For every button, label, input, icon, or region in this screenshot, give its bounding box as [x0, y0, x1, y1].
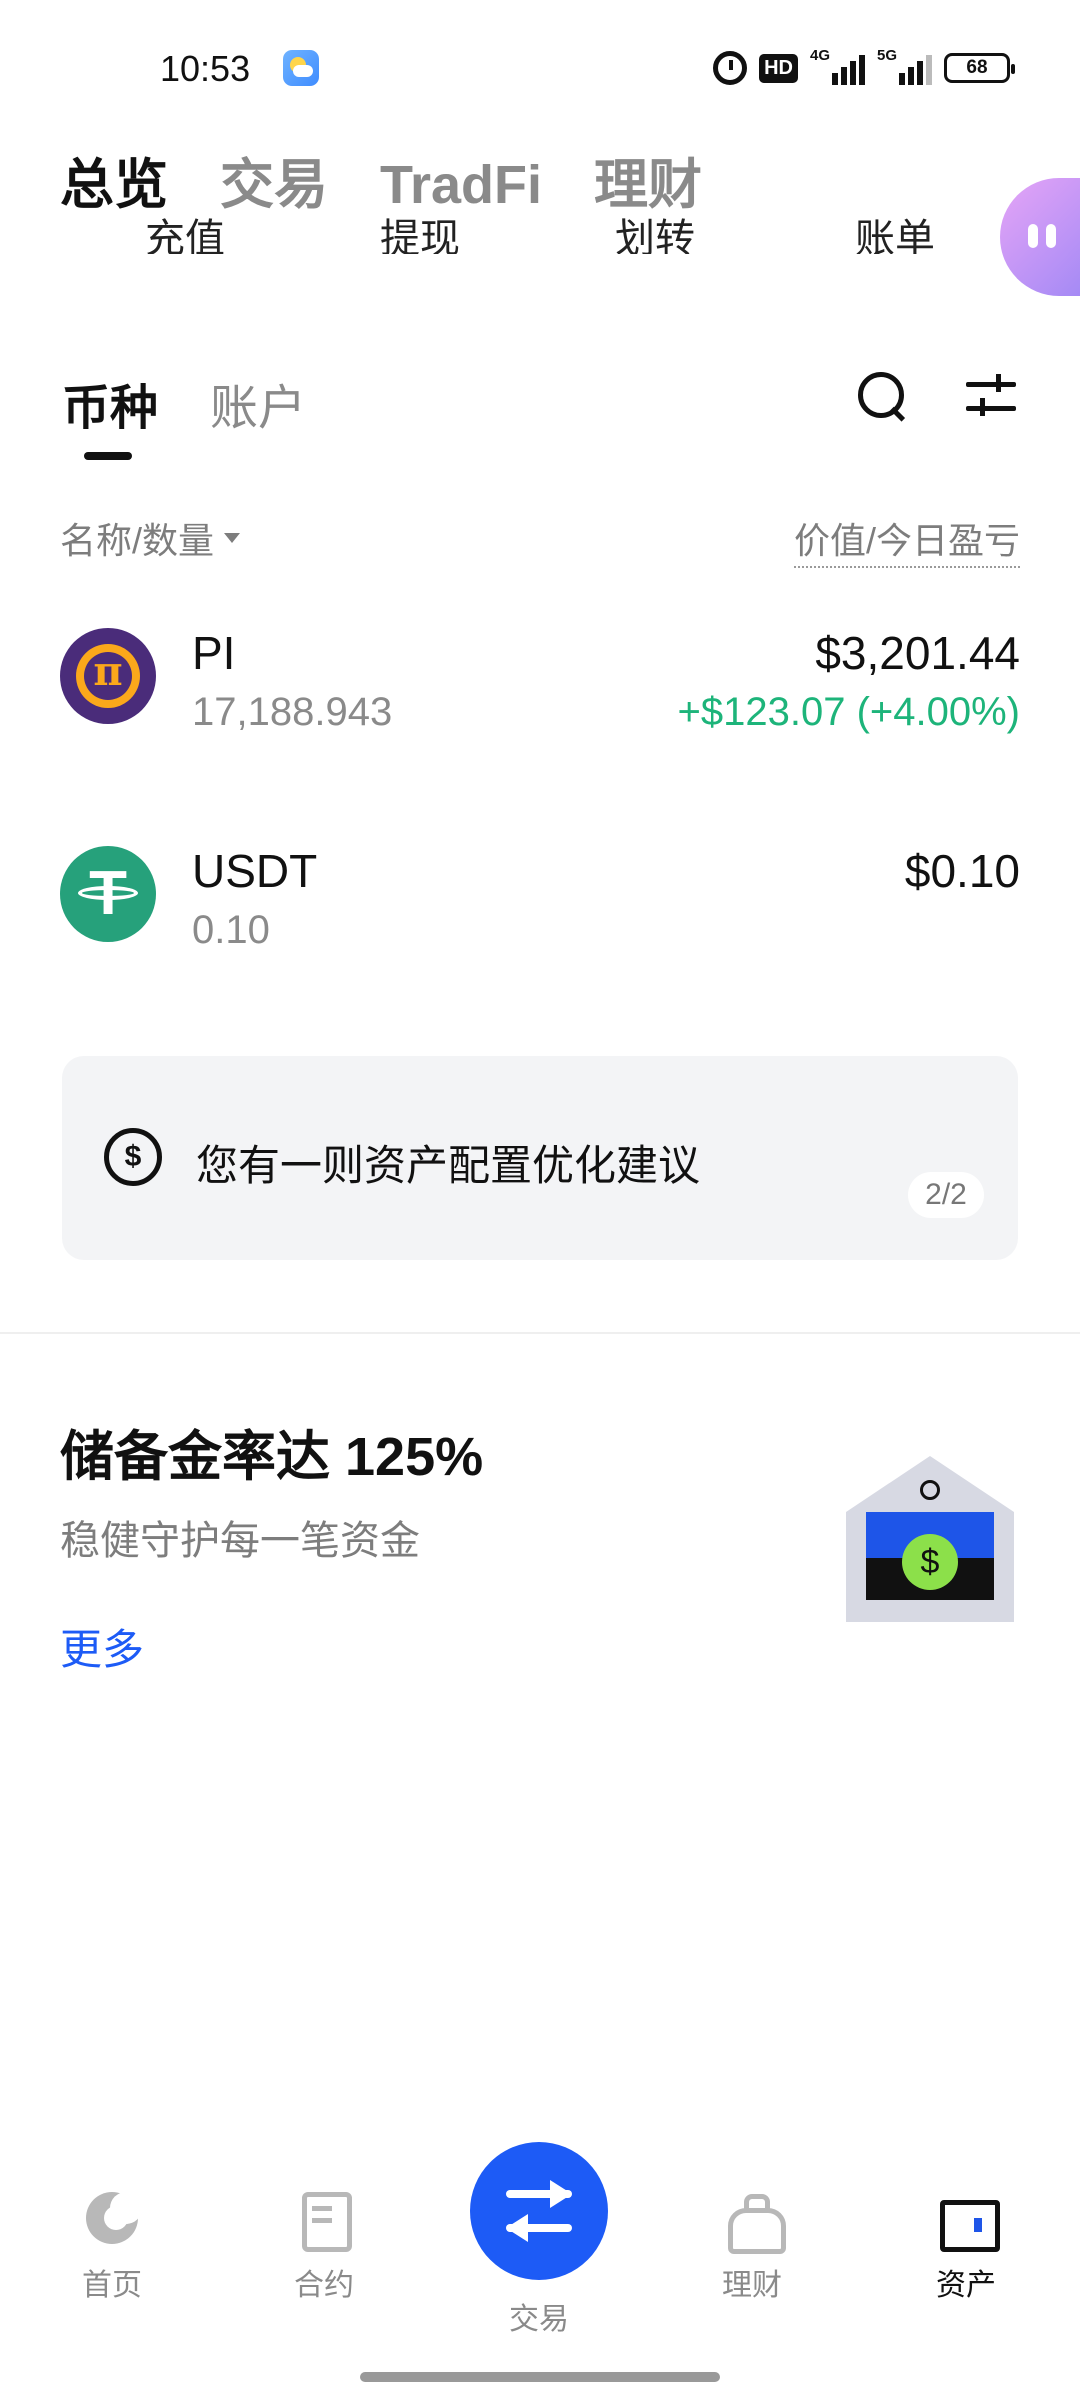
reserve-subtitle: 稳健守护每一笔资金	[60, 1519, 420, 1563]
signal-5g-icon: 5G	[877, 47, 932, 85]
tab-coins[interactable]: 币种	[62, 368, 158, 438]
tab-trade[interactable]: 交易	[220, 140, 328, 219]
weather-icon	[283, 50, 319, 86]
tab-overview[interactable]: 总览	[60, 140, 168, 219]
tab-earn[interactable]: 理财	[594, 140, 702, 219]
coin-value: $3,201.44	[815, 627, 1020, 679]
tab-tradfi[interactable]: TradFi	[380, 154, 542, 216]
nav-label: 合约	[294, 2269, 354, 2302]
caret-down-icon	[224, 533, 241, 543]
quick-actions: 充值 提现 划转 账单	[0, 218, 1080, 254]
coin-symbol: USDT	[192, 845, 318, 897]
nav-contract[interactable]: 合约	[254, 2190, 394, 2304]
nav-assets[interactable]: 资产	[896, 2190, 1036, 2304]
coin-row-pi[interactable]: π PI 17,188.943 $3,201.44 +$123.07 (+4.0…	[0, 627, 1080, 768]
nav-label: 首页	[82, 2269, 142, 2302]
earn-icon	[724, 2190, 786, 2254]
home-icon	[84, 2190, 140, 2246]
transfer-button[interactable]: 划转	[615, 218, 695, 254]
alarm-icon	[713, 51, 748, 85]
nav-earn[interactable]: 理财	[682, 2190, 822, 2304]
nav-home[interactable]: 首页	[42, 2190, 182, 2304]
nav-label: 理财	[722, 2269, 782, 2302]
filter-icon[interactable]	[966, 374, 1016, 420]
coin-value: $0.10	[904, 845, 1020, 897]
vault-icon: $	[846, 1456, 1014, 1622]
deposit-button[interactable]: 充值	[145, 218, 225, 254]
status-icons: HD 4G 5G 68	[713, 47, 1015, 88]
bill-button[interactable]: 账单	[855, 218, 935, 254]
wallet-icon	[938, 2190, 1000, 2252]
hd-icon: HD	[759, 53, 798, 83]
nav-label: 资产	[936, 2269, 996, 2302]
signal-4g-icon: 4G	[810, 47, 865, 85]
sort-name-quantity[interactable]: 名称/数量	[60, 512, 241, 564]
divider	[0, 1332, 1080, 1334]
search-icon[interactable]	[858, 372, 906, 420]
coin-quantity: 0.10	[192, 908, 270, 952]
coin-quantity: 17,188.943	[192, 690, 393, 734]
asset-tabs: 币种 账户	[62, 368, 306, 438]
trade-fab-button[interactable]	[470, 2142, 608, 2280]
dollar-icon: $	[104, 1128, 162, 1186]
status-time: 10:53	[160, 48, 251, 89]
suggestion-text: 您有一则资产配置优化建议	[196, 1142, 701, 1189]
tab-accounts[interactable]: 账户	[210, 368, 306, 438]
top-tabs: 总览 交易 TradFi 理财	[60, 140, 702, 219]
suggestion-card[interactable]: $ 您有一则资产配置优化建议 2/2	[62, 1056, 1018, 1260]
coin-symbol: PI	[192, 627, 236, 679]
nav-trade-label[interactable]: 交易	[470, 2294, 608, 2338]
reserve-title: 储备金率达 125%	[60, 1427, 484, 1487]
pi-coin-icon: π	[60, 628, 156, 724]
usdt-coin-icon: T	[60, 846, 156, 942]
battery-icon: 68	[944, 53, 1015, 83]
page-indicator: 2/2	[908, 1172, 984, 1218]
status-bar: 10:53 HD 4G 5G 68	[0, 0, 1080, 130]
column-name-label: 名称/数量	[60, 520, 215, 561]
tab-indicator	[84, 452, 132, 460]
column-value-pnl[interactable]: 价值/今日盈亏	[793, 512, 1020, 568]
coin-pnl: +$123.07 (+4.00%)	[677, 690, 1020, 734]
coin-row-usdt[interactable]: T USDT 0.10 $0.10	[0, 845, 1080, 986]
more-link[interactable]: 更多	[60, 1616, 144, 1677]
contract-icon	[296, 2190, 352, 2252]
home-indicator	[360, 2372, 720, 2382]
withdraw-button[interactable]: 提现	[380, 218, 460, 254]
